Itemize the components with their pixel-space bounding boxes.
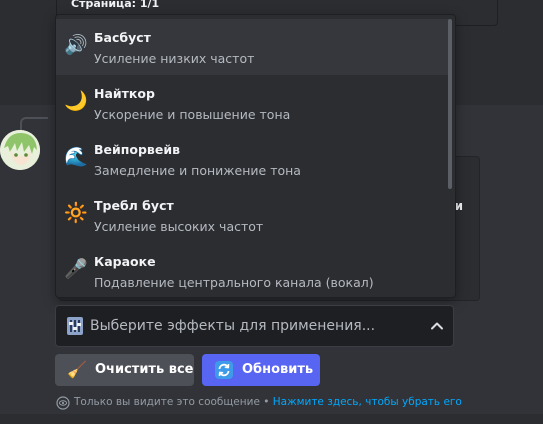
update-label: Обновить bbox=[242, 362, 314, 377]
equalizer-icon bbox=[67, 317, 83, 335]
refresh-icon bbox=[214, 360, 234, 380]
option-treble-boost[interactable]: 🔆 Требл буст Усиление высоких частот bbox=[56, 187, 449, 243]
option-label: Караоке bbox=[94, 254, 156, 269]
clear-all-button[interactable]: 🧹 Очистить все bbox=[55, 354, 194, 386]
option-description: Подавление центрального канала (вокал) bbox=[94, 275, 374, 290]
update-button[interactable]: Обновить bbox=[202, 354, 320, 386]
avatar-image bbox=[0, 130, 40, 170]
dismiss-link[interactable]: Нажмите здесь, чтобы убрать его bbox=[273, 396, 462, 408]
speaker-icon: 🔊 bbox=[64, 33, 88, 56]
ephemeral-text: Только вы видите это сообщение • Нажмите… bbox=[74, 396, 462, 408]
clear-all-label: Очистить все bbox=[95, 362, 194, 377]
option-nightcore[interactable]: 🌙 Найткор Ускорение и повышение тона bbox=[56, 75, 449, 131]
broom-icon: 🧹 bbox=[67, 360, 87, 379]
eye-icon bbox=[56, 396, 70, 410]
select-placeholder: Выберите эффекты для применения... bbox=[90, 318, 376, 334]
discord-message-area: Страница: 1/1 и 🔊 Басбуст Усиление низки… bbox=[0, 0, 543, 424]
effects-dropdown-menu: 🔊 Басбуст Усиление низких частот 🌙 Найтк… bbox=[55, 14, 456, 298]
option-label: Басбуст bbox=[94, 30, 151, 45]
option-label: Вейпорвейв bbox=[94, 142, 180, 157]
scrollbar-thumb[interactable] bbox=[448, 19, 452, 189]
option-bassboost[interactable]: 🔊 Басбуст Усиление низких частот bbox=[56, 19, 449, 75]
sun-icon: 🔆 bbox=[64, 201, 88, 224]
option-description: Ускорение и повышение тона bbox=[94, 107, 291, 122]
avatar[interactable] bbox=[0, 130, 40, 170]
option-description: Усиление низких частот bbox=[94, 51, 255, 66]
option-karaoke[interactable]: 🎤 Караоке Подавление центрального канала… bbox=[56, 243, 449, 297]
wave-icon: 🌊 bbox=[64, 145, 88, 168]
dropdown-scrollbar[interactable] bbox=[447, 17, 453, 295]
option-vaporwave[interactable]: 🌊 Вейпорвейв Замедление и понижение тона bbox=[56, 131, 449, 187]
option-label: Найткор bbox=[94, 86, 155, 101]
microphone-icon: 🎤 bbox=[64, 257, 88, 280]
option-label: Требл буст bbox=[94, 198, 174, 213]
option-description: Усиление высоких частот bbox=[94, 219, 264, 234]
previous-embed-footer: Страница: 1/1 bbox=[71, 0, 160, 10]
effects-select[interactable]: Выберите эффекты для применения... bbox=[55, 305, 454, 347]
ephemeral-message: Только вы видите это сообщение • bbox=[74, 396, 273, 408]
chevron-up-icon[interactable] bbox=[429, 318, 445, 334]
message-divider bbox=[0, 414, 543, 424]
option-description: Замедление и понижение тона bbox=[94, 163, 301, 178]
moon-icon: 🌙 bbox=[64, 89, 88, 112]
